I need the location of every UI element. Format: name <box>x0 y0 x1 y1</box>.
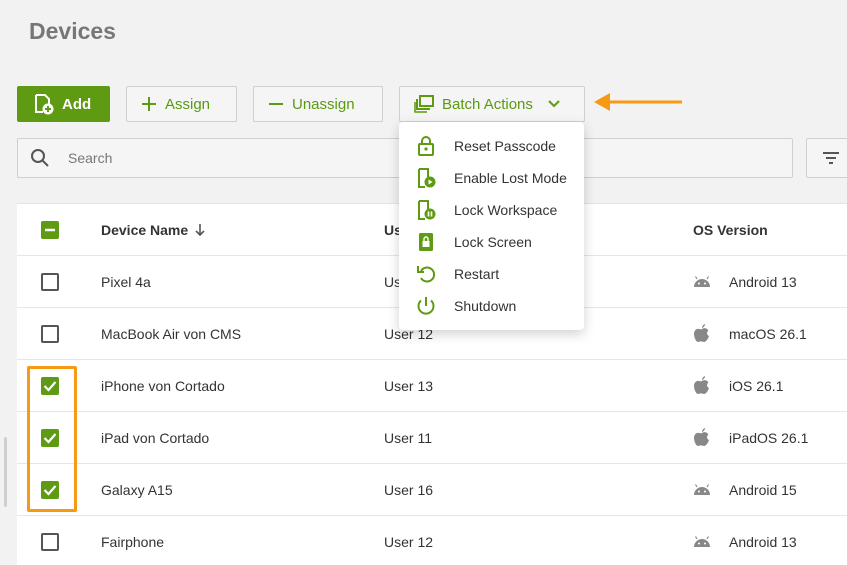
device-name: iPad von Cortado <box>101 429 210 446</box>
unassign-button[interactable]: Unassign <box>253 86 383 122</box>
os-version-cell: iPadOS 26.1 <box>693 412 808 463</box>
table-row[interactable]: Galaxy A15 User 16 Android 15 <box>17 464 847 516</box>
menu-item-reset-passcode[interactable]: Reset Passcode <box>399 130 584 162</box>
device-name: iPhone von Cortado <box>101 377 225 394</box>
device-user: User 16 <box>384 481 434 498</box>
menu-item-label: Reset Passcode <box>454 138 556 154</box>
batch-icon <box>414 95 434 113</box>
menu-item-label: Enable Lost Mode <box>454 170 567 186</box>
add-device-icon <box>35 94 54 115</box>
add-button[interactable]: Add <box>17 86 110 122</box>
column-header-device-name[interactable]: Device Name <box>101 204 206 255</box>
batch-actions-label: Batch Actions <box>442 95 533 113</box>
menu-item-lock-workspace[interactable]: Lock Workspace <box>399 194 584 226</box>
power-icon <box>416 296 436 316</box>
apple-icon <box>693 376 711 395</box>
os-version-cell: Android 13 <box>693 256 797 307</box>
menu-item-label: Lock Screen <box>454 234 532 250</box>
device-name: MacBook Air von CMS <box>101 325 242 342</box>
column-header-os-version[interactable]: OS Version <box>693 204 768 255</box>
restart-icon <box>416 264 436 284</box>
search-placeholder: Search <box>68 150 113 166</box>
add-button-label: Add <box>62 95 92 113</box>
menu-item-label: Lock Workspace <box>454 202 558 218</box>
os-version: Android 13 <box>729 273 797 290</box>
partial-check-icon <box>45 228 55 231</box>
assign-button[interactable]: Assign <box>126 86 237 122</box>
os-version: Android 13 <box>729 533 797 550</box>
device-name: Pixel 4a <box>101 273 151 290</box>
annotation-highlight <box>27 366 77 512</box>
android-icon <box>693 275 711 288</box>
assign-button-label: Assign <box>165 95 211 113</box>
os-version: macOS 26.1 <box>729 325 807 342</box>
lock-workspace-icon <box>416 200 436 220</box>
apple-icon <box>693 324 711 343</box>
search-icon <box>31 149 49 167</box>
batch-actions-menu: Reset Passcode Enable Lost Mode Lock Works… <box>399 122 584 330</box>
os-version: Android 15 <box>729 481 797 498</box>
table-row[interactable]: Fairphone User 12 Android 13 <box>17 516 847 565</box>
apple-icon <box>693 428 711 447</box>
annotation-arrow <box>594 93 682 111</box>
minus-icon <box>269 103 283 105</box>
device-name: Galaxy A15 <box>101 481 173 498</box>
select-all-checkbox[interactable] <box>41 220 59 239</box>
os-version-cell: Android 15 <box>693 464 797 515</box>
row-checkbox[interactable] <box>41 324 59 343</box>
menu-item-restart[interactable]: Restart <box>399 258 584 290</box>
os-version-cell: macOS 26.1 <box>693 308 807 359</box>
os-version-cell: iOS 26.1 <box>693 360 783 411</box>
table-row[interactable]: iPad von Cortado User 11 iPadOS 26.1 <box>17 412 847 464</box>
menu-item-label: Restart <box>454 266 500 282</box>
android-icon <box>693 535 711 548</box>
android-icon <box>693 483 711 496</box>
filter-icon <box>823 152 839 164</box>
lock-screen-icon <box>416 232 436 252</box>
menu-item-enable-lost-mode[interactable]: Enable Lost Mode <box>399 162 584 194</box>
page-title: Devices <box>29 18 116 44</box>
row-checkbox[interactable] <box>41 532 59 551</box>
menu-item-label: Shutdown <box>454 298 517 314</box>
menu-item-lock-screen[interactable]: Lock Screen <box>399 226 584 258</box>
unassign-button-label: Unassign <box>292 95 355 113</box>
os-version: iPadOS 26.1 <box>729 429 809 446</box>
filter-button[interactable] <box>806 138 847 178</box>
device-user: User 11 <box>384 429 432 446</box>
lock-icon <box>416 136 436 156</box>
column-label: Device Name <box>101 221 189 238</box>
plus-icon <box>142 97 156 111</box>
scrollbar[interactable] <box>4 437 7 507</box>
os-version-cell: Android 13 <box>693 516 797 565</box>
chevron-down-icon <box>548 100 560 108</box>
device-name: Fairphone <box>101 533 165 550</box>
row-checkbox[interactable] <box>41 272 59 291</box>
menu-item-shutdown[interactable]: Shutdown <box>399 290 584 322</box>
batch-actions-button[interactable]: Batch Actions <box>399 86 585 122</box>
device-user: User 12 <box>384 533 434 550</box>
sort-down-icon <box>195 223 205 236</box>
device-user: User 13 <box>384 377 434 394</box>
os-version: iOS 26.1 <box>729 377 784 394</box>
lost-mode-icon <box>416 168 436 188</box>
table-row[interactable]: iPhone von Cortado User 13 iOS 26.1 <box>17 360 847 412</box>
